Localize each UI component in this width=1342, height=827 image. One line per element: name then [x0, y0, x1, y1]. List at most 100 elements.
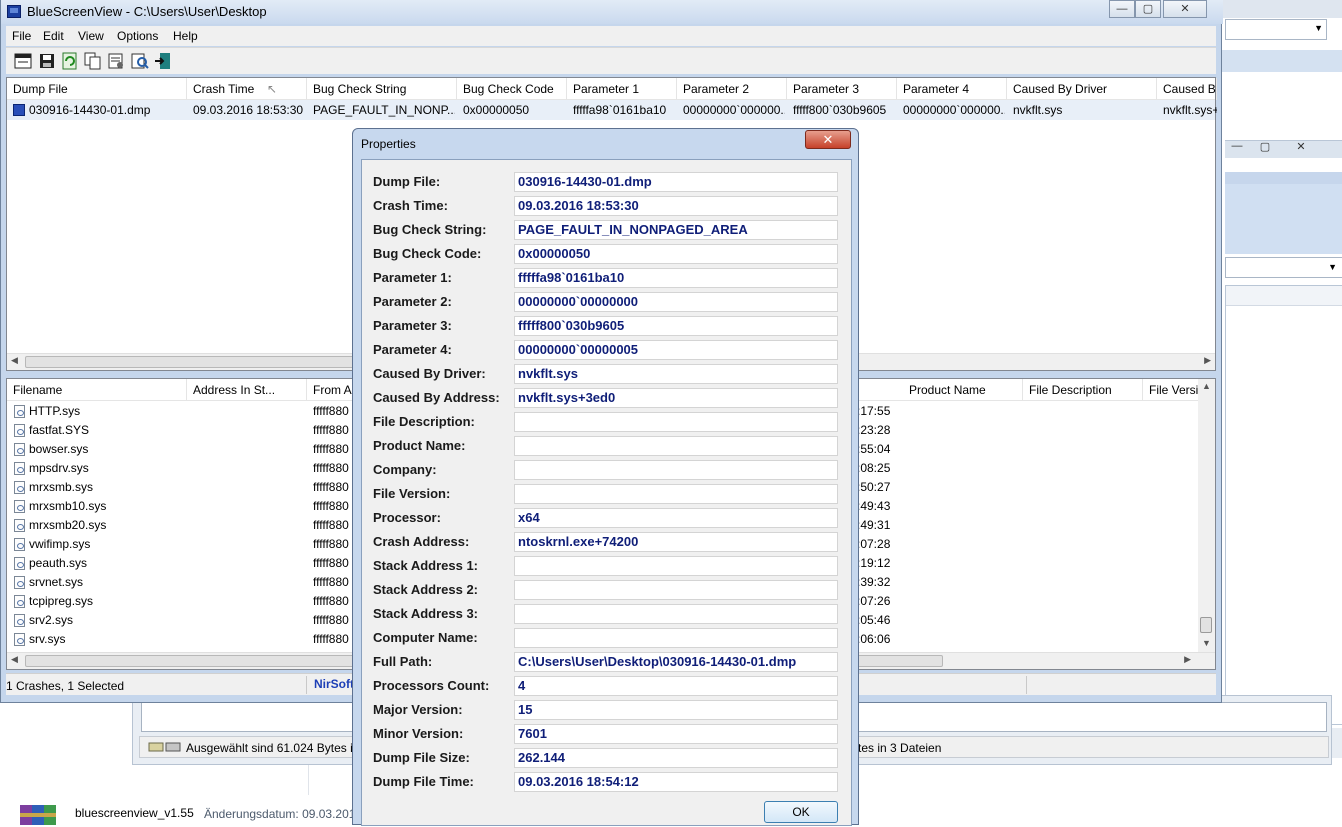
minimize-button[interactable]: —	[1109, 0, 1135, 18]
save-icon[interactable]	[38, 52, 56, 70]
col-crash-time-label: Crash Time	[193, 82, 255, 96]
property-value-field[interactable]: ntoskrnl.exe+74200	[514, 532, 838, 552]
property-value-field[interactable]	[514, 460, 838, 480]
property-value-field[interactable]: nvkflt.sys	[514, 364, 838, 384]
chevron-down-icon[interactable]: ▼	[1314, 23, 1323, 33]
background-combo[interactable]: ▼	[1225, 257, 1342, 278]
scroll-thumb[interactable]	[1200, 617, 1212, 633]
menu-edit[interactable]: Edit	[43, 29, 64, 43]
close-button[interactable]: ✕	[1163, 0, 1207, 18]
col-parameter-3[interactable]: Parameter 3	[787, 78, 897, 100]
col-filename[interactable]: Filename	[7, 379, 187, 401]
col-product-name[interactable]: Product Name	[903, 379, 1023, 401]
property-value-field[interactable]: fffff800`030b9605	[514, 316, 838, 336]
cell-caused-by: nvkflt.sys+	[1163, 103, 1217, 117]
chevron-down-icon[interactable]: ▼	[1328, 262, 1337, 272]
property-value-field[interactable]	[514, 628, 838, 648]
cell-filename: mpsdrv.sys	[29, 461, 89, 475]
property-row: Company:	[362, 458, 851, 482]
save-html-icon[interactable]	[14, 52, 32, 70]
col-bug-check-string[interactable]: Bug Check String	[307, 78, 457, 100]
col-caused-by[interactable]: Caused By	[1157, 78, 1217, 100]
col-bug-check-code[interactable]: Bug Check Code	[457, 78, 567, 100]
scroll-right-icon[interactable]: ▶	[1184, 654, 1191, 665]
property-value-field[interactable]: 262.144	[514, 748, 838, 768]
col-parameter-2[interactable]: Parameter 2	[677, 78, 787, 100]
property-value-field[interactable]: 00000000`00000005	[514, 340, 838, 360]
scroll-left-icon[interactable]: ◀	[11, 654, 18, 665]
col-file-description[interactable]: File Description	[1023, 379, 1143, 401]
cell-from-address: fffff880	[313, 594, 349, 608]
property-value-field[interactable]: 09.03.2016 18:54:12	[514, 772, 838, 792]
property-value-field[interactable]	[514, 484, 838, 504]
property-label: File Version:	[373, 486, 451, 501]
status-summary: 1 Crashes, 1 Selected	[6, 679, 125, 693]
menu-file[interactable]: File	[12, 29, 31, 43]
window-titlebar[interactable]: BlueScreenView - C:\Users\User\Desktop —…	[1, 0, 1223, 24]
col-dump-file[interactable]: Dump File	[7, 78, 187, 100]
copy-icon[interactable]	[84, 52, 102, 70]
property-value-field[interactable]	[514, 604, 838, 624]
cell-bug-check-code: 0x00000050	[463, 103, 530, 117]
col-crash-time[interactable]: Crash Time ↖	[187, 78, 307, 100]
menu-help[interactable]: Help	[173, 29, 198, 43]
property-value-field[interactable]	[514, 580, 838, 600]
property-label: Parameter 3:	[373, 318, 452, 333]
menu-view[interactable]: View	[78, 29, 104, 43]
find-icon[interactable]	[131, 52, 149, 70]
driver-file-icon	[14, 405, 25, 418]
driver-file-icon	[14, 462, 25, 475]
property-value-field[interactable]: C:\Users\User\Desktop\030916-14430-01.dm…	[514, 652, 838, 672]
cell-from-address: fffff880	[313, 499, 349, 513]
property-value-field[interactable]: nvkflt.sys+3ed0	[514, 388, 838, 408]
col-file-version[interactable]: File Versi	[1143, 379, 1200, 401]
address-combo[interactable]: ▼	[1225, 19, 1327, 40]
cell-crash-time: 09.03.2016 18:53:30	[193, 103, 304, 117]
menu-options[interactable]: Options	[117, 29, 158, 43]
property-value-field[interactable]	[514, 412, 838, 432]
property-value-field[interactable]: 7601	[514, 724, 838, 744]
cell-time: :06:06	[857, 632, 891, 646]
background-panel-body	[1225, 184, 1342, 254]
maximize-button[interactable]: ▢	[1135, 0, 1161, 18]
cell-parameter-2: 00000000`000000...	[683, 103, 785, 117]
scroll-down-icon[interactable]: ▼	[1202, 638, 1211, 648]
property-value-field[interactable]: fffffa98`0161ba10	[514, 268, 838, 288]
dialog-close-button[interactable]: ✕	[805, 130, 851, 149]
property-row: File Version:	[362, 482, 851, 506]
property-row: Caused By Driver: nvkflt.sys	[362, 362, 851, 386]
property-label: Parameter 1:	[373, 270, 452, 285]
property-value-field[interactable]: PAGE_FAULT_IN_NONPAGED_AREA	[514, 220, 838, 240]
property-value-field[interactable]: 4	[514, 676, 838, 696]
ok-button[interactable]: OK	[764, 801, 838, 823]
scroll-left-icon[interactable]: ◀	[11, 355, 18, 366]
col-address-in-stack[interactable]: Address In St...	[187, 379, 307, 401]
nirsoft-link[interactable]: NirSoft	[314, 677, 354, 691]
table-row[interactable]: 030916-14430-01.dmp 09.03.2016 18:53:30 …	[7, 100, 1217, 120]
dialog-body: Dump File: 030916-14430-01.dmp Crash Time:…	[361, 159, 852, 826]
cell-time: :55:04	[857, 442, 891, 456]
col-parameter-1[interactable]: Parameter 1	[567, 78, 677, 100]
property-value-field[interactable]: 15	[514, 700, 838, 720]
property-value-field[interactable]: 09.03.2016 18:53:30	[514, 196, 838, 216]
refresh-icon[interactable]	[61, 52, 79, 70]
scroll-up-icon[interactable]: ▲	[1202, 381, 1211, 391]
properties-icon[interactable]	[107, 52, 125, 70]
scroll-right-icon[interactable]: ▶	[1204, 355, 1211, 366]
minimize-icon[interactable]: —	[1224, 140, 1250, 156]
property-value-field[interactable]: 030916-14430-01.dmp	[514, 172, 838, 192]
property-value-field[interactable]: 00000000`00000000	[514, 292, 838, 312]
exit-icon[interactable]	[154, 52, 172, 70]
close-icon[interactable]: ✕	[1288, 140, 1314, 156]
property-label: Stack Address 3:	[373, 606, 479, 621]
col-parameter-4[interactable]: Parameter 4	[897, 78, 1007, 100]
property-value-field[interactable]	[514, 556, 838, 576]
maximize-icon[interactable]: ▢	[1252, 140, 1278, 156]
property-value-field[interactable]: 0x00000050	[514, 244, 838, 264]
driver-list-vscrollbar[interactable]: ▲ ▼	[1198, 379, 1215, 654]
property-value-field[interactable]: x64	[514, 508, 838, 528]
property-value-field[interactable]	[514, 436, 838, 456]
col-caused-by-driver[interactable]: Caused By Driver	[1007, 78, 1157, 100]
property-row: Product Name:	[362, 434, 851, 458]
property-row: Crash Address: ntoskrnl.exe+74200	[362, 530, 851, 554]
